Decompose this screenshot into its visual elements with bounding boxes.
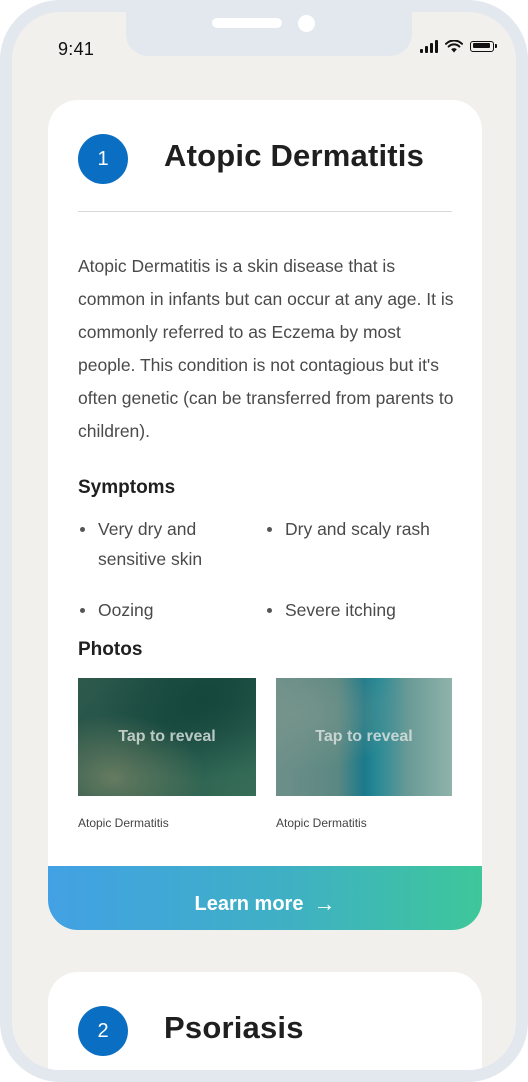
symptoms-heading: Symptoms	[78, 477, 176, 498]
divider	[78, 211, 452, 212]
number-badge: 2	[78, 1006, 128, 1056]
bullet-icon	[267, 527, 272, 532]
tap-to-reveal-label: Tap to reveal	[315, 728, 413, 745]
learn-more-label: Learn more	[194, 892, 304, 915]
condition-card: 2 Psoriasis	[48, 972, 482, 1070]
symptom-text: Severe itching	[285, 600, 396, 620]
condition-description: Atopic Dermatitis is a skin disease that…	[78, 256, 454, 441]
status-icons	[420, 39, 497, 53]
bullet-icon	[267, 608, 272, 613]
symptom-item: Oozing	[78, 595, 248, 625]
symptom-item: Severe itching	[265, 595, 455, 625]
number-badge: 1	[78, 134, 128, 184]
battery-icon	[470, 40, 497, 52]
wifi-icon	[445, 39, 463, 52]
condition-title: Atopic Dermatitis	[164, 138, 425, 173]
bullet-icon	[80, 608, 85, 613]
speaker	[212, 18, 282, 28]
condition-title: Psoriasis	[164, 1010, 304, 1045]
photo-caption: Atopic Dermatitis	[78, 816, 169, 830]
photos-heading: Photos	[78, 639, 143, 660]
notch	[126, 12, 412, 56]
phone-frame: 9:41 1 Atopic Dermatitis Atopic Dermatit…	[0, 0, 528, 1082]
status-time: 9:41	[58, 39, 95, 59]
symptom-text: Dry and scaly rash	[285, 519, 430, 539]
photo-thumbnail[interactable]: Tap to reveal	[276, 678, 452, 796]
bullet-icon	[80, 527, 85, 532]
learn-more-button[interactable]: Learn more →	[48, 866, 482, 930]
tap-to-reveal-label: Tap to reveal	[118, 728, 216, 745]
photo-thumbnail[interactable]: Tap to reveal	[78, 678, 256, 796]
signal-icon	[420, 39, 438, 53]
symptom-text: Oozing	[98, 600, 154, 620]
symptom-text: Very dry and sensitive skin	[98, 519, 203, 569]
arrow-right-icon: →	[313, 891, 336, 916]
front-camera	[298, 15, 315, 32]
condition-card: 1 Atopic Dermatitis Atopic Dermatitis is…	[48, 100, 482, 930]
photo-caption: Atopic Dermatitis	[276, 816, 367, 830]
symptom-item: Very dry and sensitive skin	[78, 514, 248, 574]
symptom-item: Dry and scaly rash	[265, 514, 435, 544]
